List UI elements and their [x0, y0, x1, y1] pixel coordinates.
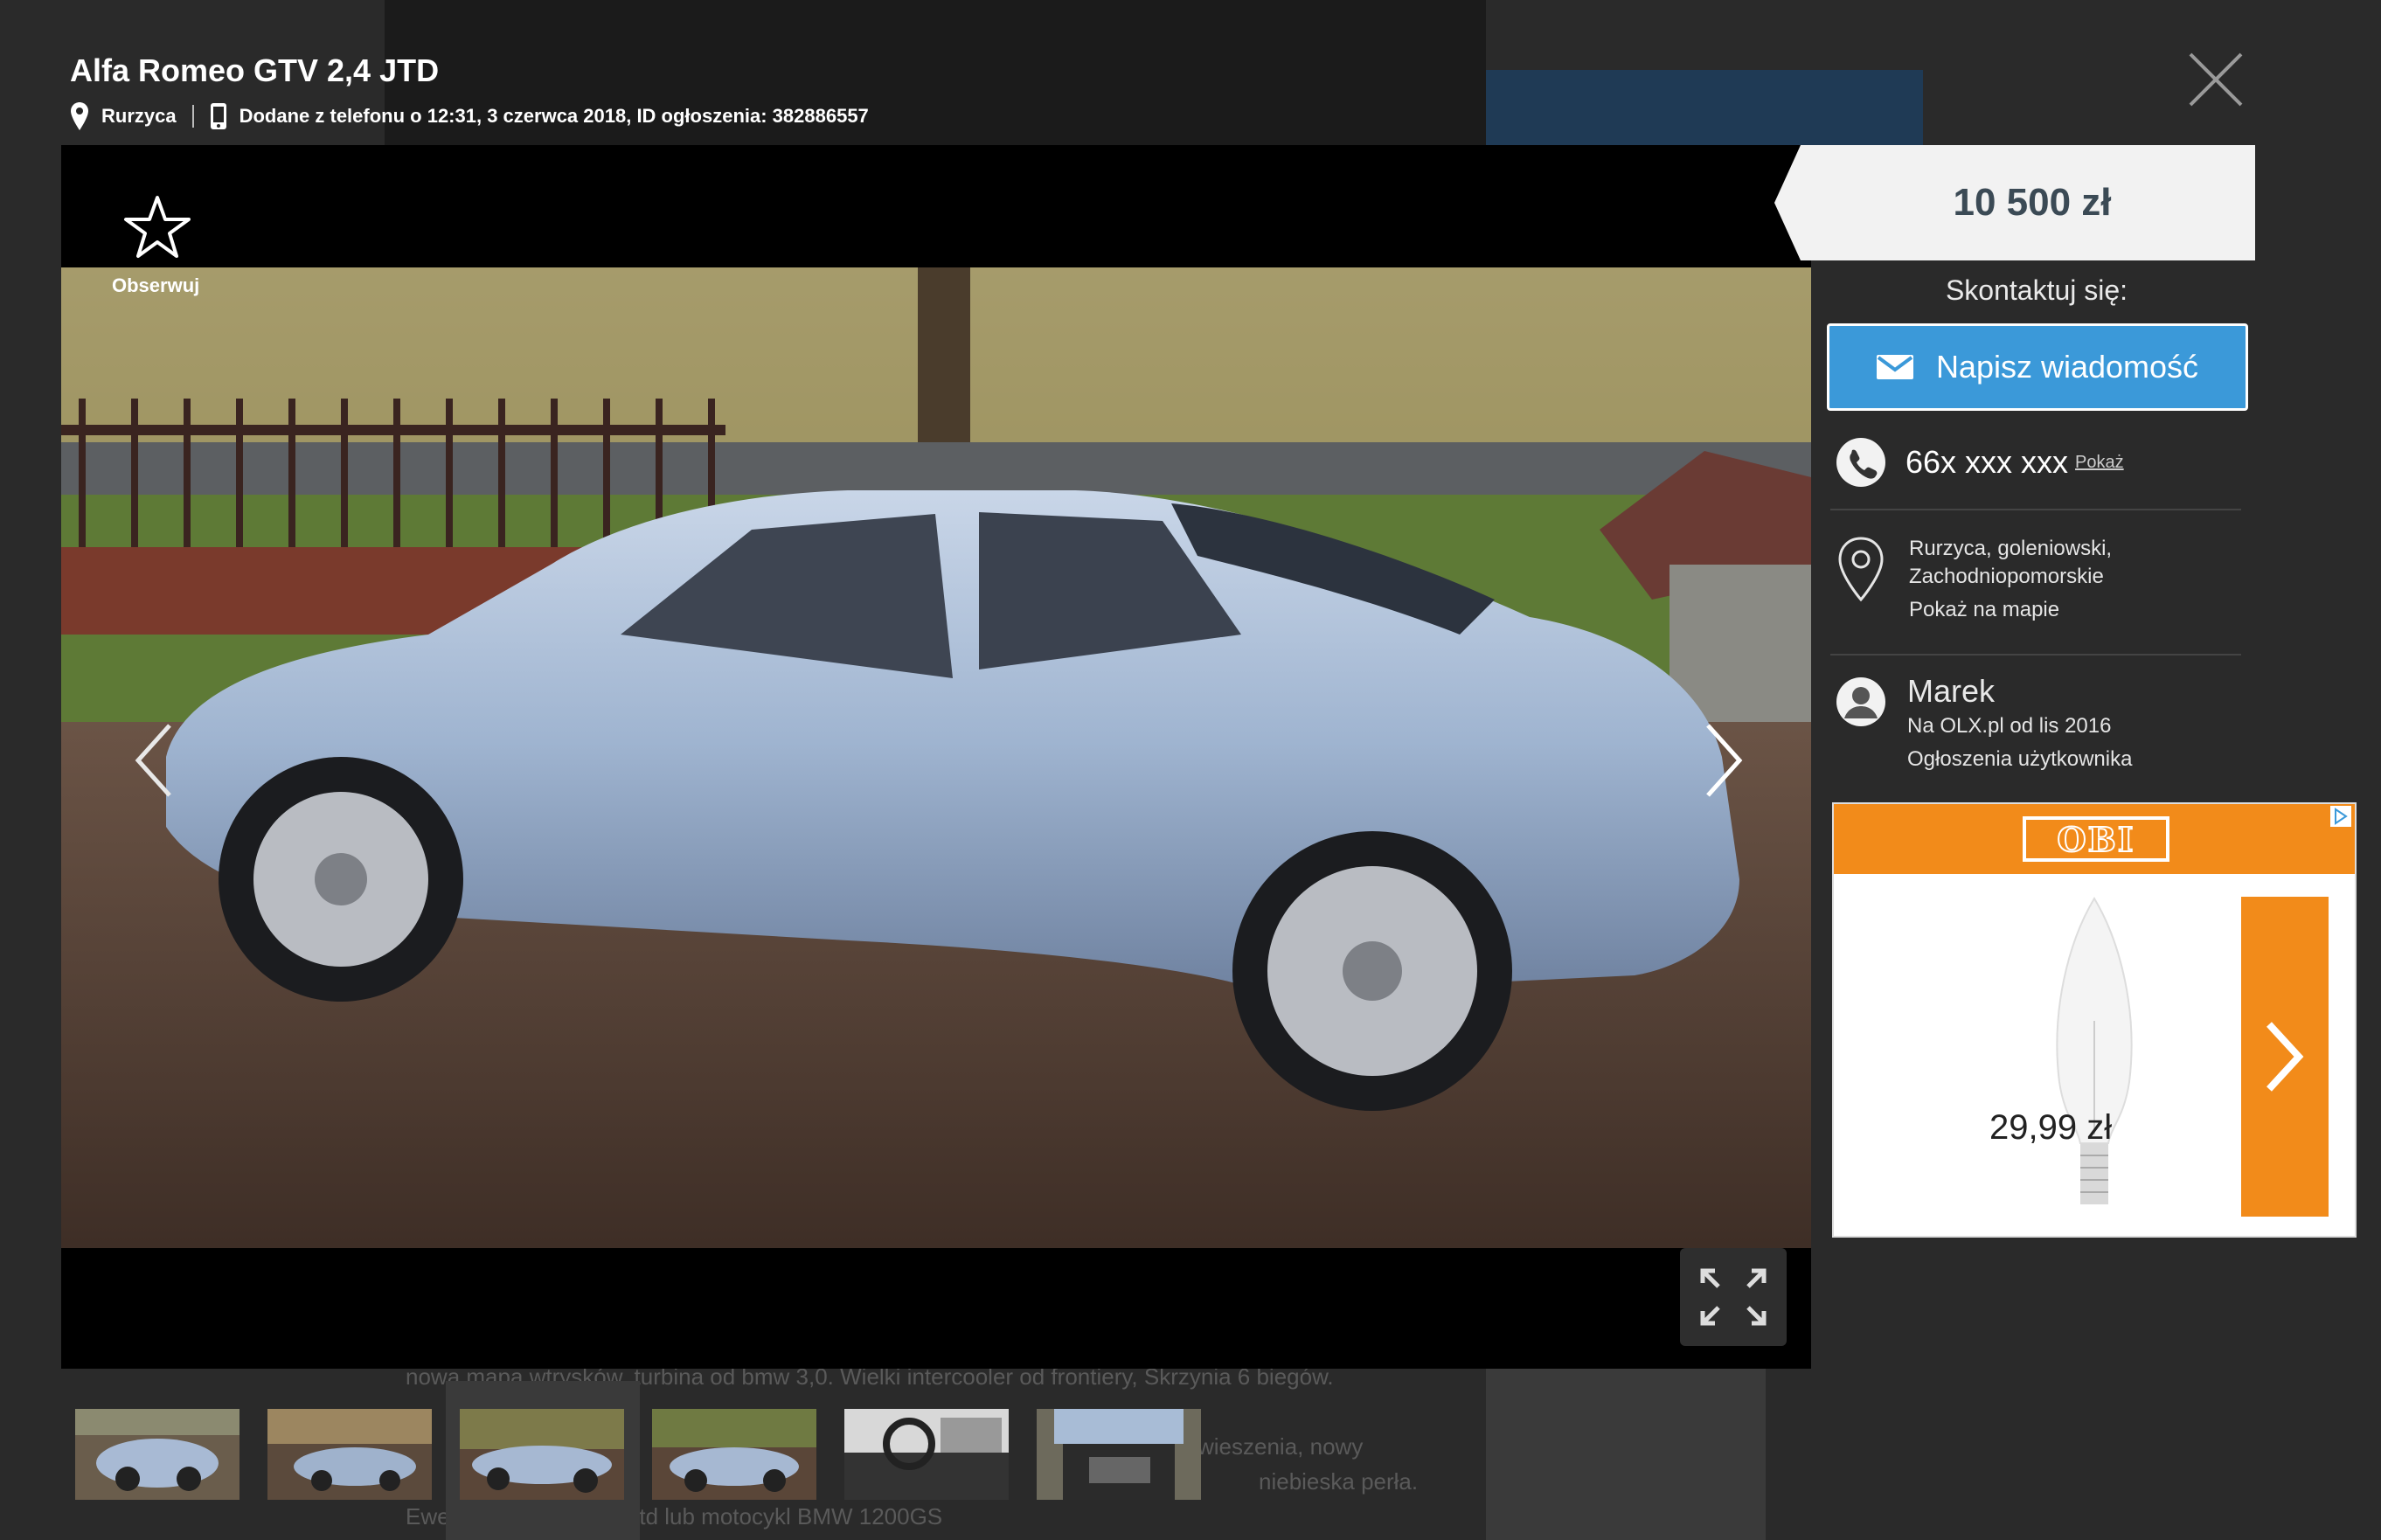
close-icon[interactable] — [2185, 49, 2246, 110]
price: 10 500 zł — [1953, 181, 2112, 224]
seller-listings-link[interactable]: Ogłoszenia użytkownika — [1907, 743, 2132, 776]
background-message-button — [1486, 70, 1923, 149]
phone-number: 66x xxx xxx — [1905, 444, 2069, 480]
send-message-button[interactable]: Napisz wiadomość — [1827, 323, 2248, 411]
user-avatar-icon — [1836, 677, 1885, 726]
listing-location: Rurzyca — [101, 105, 177, 127]
expand-icon — [1700, 1268, 1767, 1326]
seller-info: Marek Na OLX.pl od lis 2016 Ogłoszenia u… — [1907, 673, 2132, 776]
mail-icon — [1876, 355, 1913, 379]
phone-row: 66x xxx xxx Pokaż — [1836, 437, 2124, 488]
listing-added-info: Dodane z telefonu o 12:31, 3 czerwca 201… — [239, 105, 869, 127]
main-photo — [61, 267, 1811, 1248]
divider — [1830, 654, 2241, 656]
listing-meta: Rurzyca Dodane z telefonu o 12:31, 3 cze… — [70, 101, 869, 131]
send-message-label: Napisz wiadomość — [1935, 349, 2199, 385]
show-phone-link[interactable]: Pokaż — [2075, 453, 2124, 473]
thumbnail-strip — [75, 1409, 1201, 1500]
chevron-left-icon[interactable] — [129, 717, 182, 804]
thumbnail[interactable] — [267, 1409, 432, 1500]
chevron-right-icon — [2266, 1022, 2304, 1092]
background-car-image — [1486, 1363, 1766, 1540]
map-pin-icon — [1838, 537, 1884, 602]
thumbnail[interactable] — [75, 1409, 239, 1500]
chevron-right-icon[interactable] — [1696, 717, 1748, 804]
ad-brand-logo: OBI — [2023, 816, 2169, 862]
divider — [191, 105, 194, 128]
thumbnail-active[interactable] — [460, 1409, 624, 1500]
map-pin-icon — [71, 102, 88, 130]
seller-since: Na OLX.pl od lis 2016 — [1907, 714, 2112, 738]
ad-brand-text: OBI — [2057, 819, 2135, 860]
observe-label[interactable]: Obserwuj — [112, 274, 199, 297]
listing-title: Alfa Romeo GTV 2,4 JTD — [70, 52, 440, 88]
thumbnail[interactable] — [652, 1409, 816, 1500]
background-description-line: niebieska perła. — [1259, 1468, 1419, 1495]
background-description-line: wieszenia, nowy — [1197, 1433, 1364, 1460]
divider — [1830, 509, 2241, 510]
contact-label: Skontaktuj się: — [1945, 274, 2128, 306]
show-on-map-link[interactable]: Pokaż na mapie — [1909, 596, 2112, 624]
light-bulb-image — [2056, 897, 2133, 1204]
adchoices-icon[interactable] — [2330, 806, 2351, 827]
phone-icon — [1836, 438, 1885, 487]
star-icon[interactable] — [122, 192, 192, 262]
expand-button[interactable] — [1680, 1248, 1787, 1346]
thumbnail[interactable] — [844, 1409, 1009, 1500]
address-line: Rurzyca, goleniowski, — [1909, 537, 2113, 560]
seller-block: Marek Na OLX.pl od lis 2016 Ogłoszenia u… — [1836, 673, 2132, 776]
location-block: Rurzyca, goleniowski, Zachodniopomorskie… — [1836, 535, 2112, 624]
ad-price: 29,99 zł — [1989, 1108, 2113, 1147]
address-line: Zachodniopomorskie — [1909, 565, 2104, 588]
seller-name: Marek — [1907, 673, 1996, 709]
mobile-phone-icon — [210, 103, 226, 129]
thumbnail[interactable] — [1037, 1409, 1201, 1500]
advertisement[interactable]: OBI 29,99 zł — [1832, 802, 2357, 1238]
address: Rurzyca, goleniowski, Zachodniopomorskie… — [1909, 535, 2112, 624]
ad-next-button[interactable] — [2241, 897, 2329, 1217]
